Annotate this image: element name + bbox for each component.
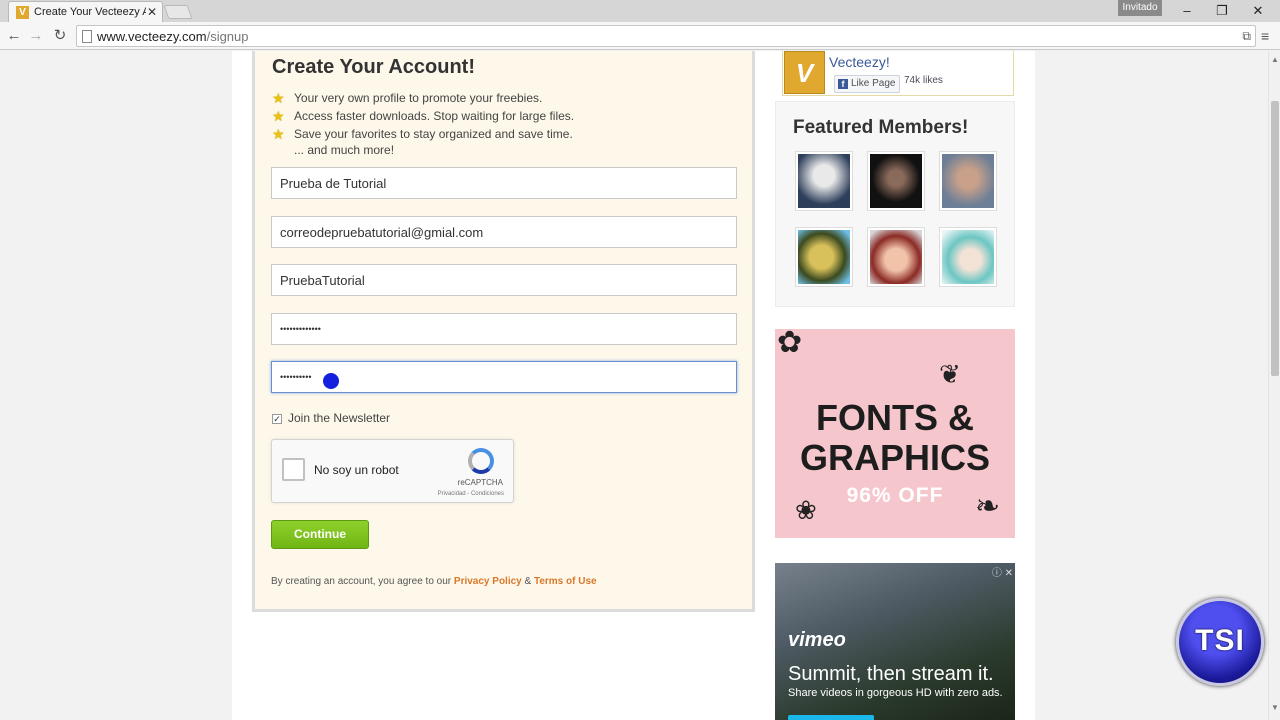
tab-close-icon[interactable]: ✕ [147,5,157,19]
legal-text: By creating an account, you agree to our… [271,576,597,587]
profile-badge[interactable]: Invitado [1118,0,1162,16]
name-field[interactable]: Prueba de Tutorial [271,167,737,199]
member-avatar[interactable] [939,151,997,211]
continue-button[interactable]: Continue [271,520,369,549]
benefit-item: ★ Save your favorites to stay organized a… [272,126,573,142]
tab-strip: V Create Your Vecteezy Acco ✕ Invitado –… [0,0,1280,22]
vecteezy-logo[interactable]: V [784,51,825,94]
restore-icon[interactable]: ❐ [1207,2,1237,20]
member-avatar[interactable] [939,227,997,287]
like-page-button[interactable]: f Like Page [834,75,901,93]
ad-close-icon[interactable]: ⓘ ✕ [992,564,1013,579]
ad-discount: 96% OFF [846,484,944,507]
facebook-page-name[interactable]: Vecteezy! [829,54,890,70]
forward-icon[interactable]: → [26,26,46,46]
page-content: Create Your Account! ★ Your very own prof… [232,51,1035,720]
signup-card: Create Your Account! ★ Your very own prof… [252,51,755,612]
page-title: Create Your Account! [272,56,475,78]
username-field[interactable]: PruebaTutorial [271,264,737,296]
browser-tab[interactable]: V Create Your Vecteezy Acco ✕ [8,1,163,22]
recaptcha-label: No soy un robot [314,463,399,477]
vecteezy-favicon-icon: V [16,6,29,19]
newsletter-checkbox[interactable]: ✓ [272,413,282,424]
ad-headline-2: GRAPHICS [799,437,991,478]
star-icon: ★ [272,90,285,106]
more-text: ... and much more! [294,143,395,157]
tab-title: Create Your Vecteezy Acco [34,6,146,18]
terms-of-use-link[interactable]: Terms of Use [534,576,597,587]
recaptcha-logo-icon [468,448,494,474]
newsletter-label: Join the Newsletter [288,411,391,425]
vimeo-ad[interactable]: ⓘ ✕ vimeo Summit, then stream it. Share … [775,563,1015,720]
page-icon [82,30,92,43]
recaptcha-checkbox[interactable] [282,458,305,481]
confirm-password-field[interactable]: •••••••••• [271,361,737,393]
ad-cta-bar[interactable] [788,715,874,720]
recaptcha-widget: No soy un robot reCAPTCHA Privacidad - C… [271,439,514,503]
bird-icon: ❦ [939,359,961,389]
star-icon: ★ [272,108,285,124]
reload-icon[interactable]: ↻ [50,26,70,46]
browser-toolbar: ← → ↻ www.vecteezy.com/signup ⧉ ≡ [0,22,1280,50]
member-avatar[interactable] [867,151,925,211]
benefit-item: ★ Your very own profile to promote your f… [272,90,543,106]
member-avatar[interactable] [795,227,853,287]
new-tab-button[interactable] [163,5,193,19]
benefits-list: ★ Your very own profile to promote your f… [272,89,574,143]
url-text[interactable]: www.vecteezy.com/signup [97,29,249,44]
password-field[interactable]: ••••••••••••• [271,313,737,345]
flower-icon: ✿ [777,329,803,359]
recaptcha-terms[interactable]: Privacidad - Condiciones [438,491,504,497]
featured-members: Featured Members! [775,101,1015,307]
member-avatar[interactable] [795,151,853,211]
page-viewport: Create Your Account! ★ Your very own prof… [0,51,1268,720]
scrollbar-thumb[interactable] [1271,101,1279,376]
mouse-cursor-indicator [323,373,339,389]
close-icon[interactable]: ✕ [1243,2,1273,20]
address-bar[interactable]: www.vecteezy.com/signup ⧉ [76,25,1256,47]
ad-subline: Share videos in gorgeous HD with zero ad… [788,687,1003,699]
menu-icon[interactable]: ≡ [1261,28,1269,44]
back-icon[interactable]: ← [4,26,24,46]
scroll-down-icon[interactable]: ▼ [1271,703,1279,712]
featured-members-title: Featured Members! [793,117,969,138]
ad-headline: Summit, then stream it. [788,663,994,685]
translate-icon[interactable]: ⧉ [1242,29,1251,44]
member-avatar[interactable] [867,227,925,287]
facebook-page-widget: V Vecteezy! f Like Page 74k likes [782,51,1014,96]
email-field[interactable]: correodepruebatutorial@gmial.com [271,216,737,248]
ad-headline-1: FONTS & [816,397,974,438]
tsi-watermark-logo: TSI [1176,598,1264,686]
benefit-item: ★ Access faster downloads. Stop waiting f… [272,108,575,124]
scroll-up-icon[interactable]: ▲ [1271,55,1279,64]
newsletter-option[interactable]: ✓ Join the Newsletter [272,411,390,425]
vimeo-logo: vimeo [788,629,846,651]
vertical-scrollbar[interactable]: ▲ ▼ [1268,51,1280,720]
likes-count: 74k likes [904,75,943,86]
facebook-icon: f [838,79,848,89]
fonts-graphics-ad[interactable]: ✿ ❦ ❀ ❧ FONTS & GRAPHICS 96% OFF [775,329,1015,538]
minimize-icon[interactable]: – [1172,2,1202,20]
star-icon: ★ [272,126,285,142]
privacy-policy-link[interactable]: Privacy Policy [454,576,522,587]
recaptcha-brand: reCAPTCHA [457,478,503,487]
